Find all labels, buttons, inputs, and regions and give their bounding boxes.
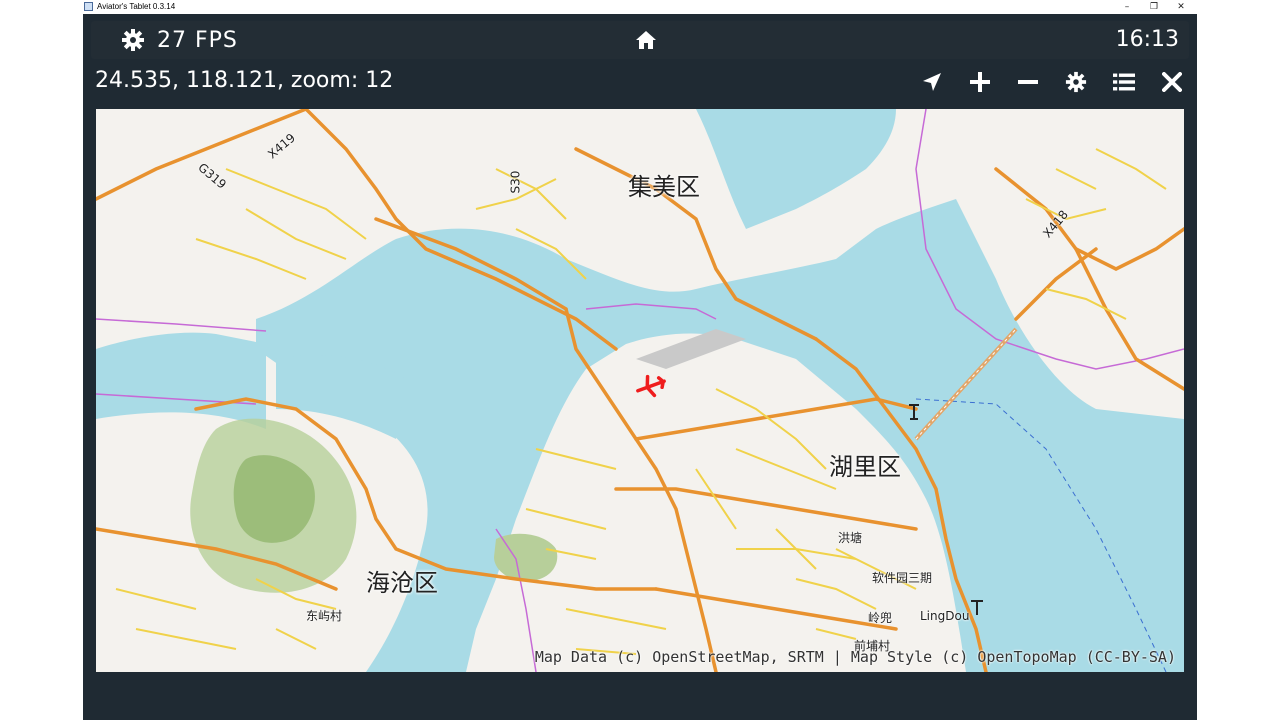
locate-arrow-icon xyxy=(923,73,941,91)
fps-label: 27 FPS xyxy=(157,27,238,53)
district-label-jimei: 集美区 xyxy=(628,173,700,201)
map-attribution: Map Data (c) OpenStreetMap, SRTM | Map S… xyxy=(534,648,1176,666)
place-label-lingdou-cn: 岭兜 xyxy=(868,611,893,625)
zoom-out-button[interactable] xyxy=(1017,71,1039,93)
bottom-panel xyxy=(83,674,1197,720)
gear-icon[interactable] xyxy=(121,28,145,52)
road-label-s30: S30 xyxy=(508,170,523,194)
app-icon xyxy=(84,2,93,11)
settings-button[interactable] xyxy=(1065,71,1087,93)
status-bar: 24.535, 118.121, zoom: 12 xyxy=(83,66,1197,106)
airplane-marker xyxy=(636,374,666,398)
app-window: 27 FPS 16:13 24.535, 118.121, zoom: 12 集… xyxy=(83,14,1197,720)
clock: 16:13 xyxy=(1115,27,1179,52)
map-toolbar xyxy=(921,71,1183,93)
coordinates-readout: 24.535, 118.121, zoom: 12 xyxy=(95,68,394,93)
fps-settings-group: 27 FPS xyxy=(121,21,238,59)
minimize-button[interactable]: – xyxy=(1114,0,1140,14)
maximize-button[interactable]: ❐ xyxy=(1141,0,1167,14)
home-icon[interactable] xyxy=(635,30,657,50)
zoom-out-icon xyxy=(1018,80,1038,84)
map-view[interactable]: 集美区 湖里区 海沧区 洪塘 软件园三期 LingDou 岭兜 东屿村 前埔村 … xyxy=(96,109,1184,672)
place-label-hongtang: 洪塘 xyxy=(838,531,863,545)
place-label-lingdou: LingDou xyxy=(920,609,970,623)
district-label-huli: 湖里区 xyxy=(829,453,901,481)
close-map-button[interactable] xyxy=(1161,71,1183,93)
window-titlebar: Aviator's Tablet 0.3.14 – ❐ ✕ xyxy=(0,0,1280,14)
locate-button[interactable] xyxy=(921,71,943,93)
zoom-in-icon xyxy=(970,72,990,92)
close-window-button[interactable]: ✕ xyxy=(1168,0,1194,14)
place-label-dongyu: 东屿村 xyxy=(306,609,343,623)
zoom-in-button[interactable] xyxy=(969,71,991,93)
close-icon xyxy=(1162,72,1182,92)
layers-list-icon xyxy=(1113,73,1135,91)
top-bar: 27 FPS 16:13 xyxy=(91,21,1189,59)
place-label-software-park: 软件园三期 xyxy=(872,571,933,585)
window-title: Aviator's Tablet 0.3.14 xyxy=(97,2,176,11)
layers-button[interactable] xyxy=(1113,71,1135,93)
settings-gear-icon xyxy=(1065,71,1087,93)
district-label-haicang: 海沧区 xyxy=(366,569,438,597)
